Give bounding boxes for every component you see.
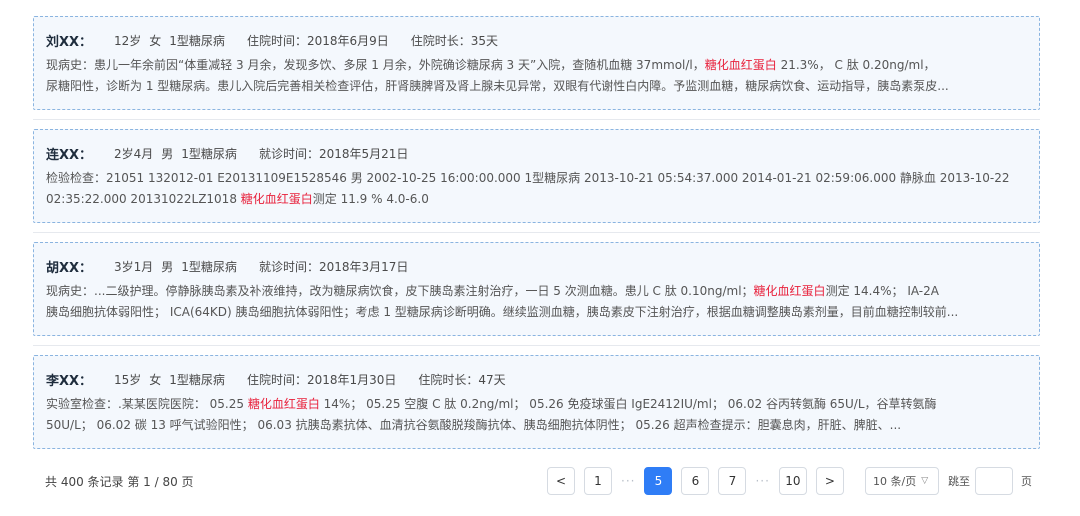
divider [33, 232, 1040, 233]
record-text-line: 现病史：...二级护理。停静脉胰岛素及补液维持，改为糖尿病饮食，皮下胰岛素注射治… [46, 281, 1027, 302]
record-header: 李XX： 15岁 女 1型糖尿病 住院时间：2018年1月30日 住院时长：47… [46, 366, 1027, 392]
record-text-line: 胰岛细胞抗体弱阳性； ICA(64KD) 胰岛细胞抗体弱阳性；考虑 1 型糖尿病… [46, 302, 1027, 323]
record-text-line: 尿糖阳性，诊断为 1 型糖尿病。患儿入院后完善相关检查评估，肝肾胰脾肾及肾上腺未… [46, 76, 1027, 97]
text-segment: 胰岛细胞抗体弱阳性； ICA(64KD) 胰岛细胞抗体弱阳性；考虑 1 型糖尿病… [46, 305, 959, 319]
text-segment: 检验检查：21051 132012-01 E20131109E1528546 男… [46, 171, 1010, 185]
patient-age: 3岁1月 [114, 259, 154, 274]
divider [33, 345, 1040, 346]
patient-diagnosis: 1型糖尿病 [169, 33, 225, 48]
visit-time: 住院时间：2018年1月30日 [246, 372, 397, 387]
ellipsis[interactable]: ··· [755, 474, 769, 488]
pager: < 1 ··· 5 6 7 ··· 10 > [547, 467, 853, 495]
text-segment: 现病史：...二级护理。停静脉胰岛素及补液维持，改为糖尿病饮食，皮下胰岛素注射治… [46, 284, 754, 298]
text-segment: 测定 11.9 % 4.0-6.0 [312, 192, 429, 206]
patient-name: 刘XX： [46, 34, 93, 50]
pagination-bar: 共 400 条记录 第 1 / 80 页 < 1 ··· 5 6 7 ··· 1… [45, 464, 1040, 500]
record-total: 共 400 条记录 第 1 / 80 页 [45, 475, 194, 489]
record-text: 实验室检查：.某某医院医院： 05.25 糖化血红蛋白 14%； 05.25 空… [46, 394, 1027, 436]
patient-diagnosis: 1型糖尿病 [169, 372, 225, 387]
text-segment: 14%； 05.25 空腹 C 肽 0.2ng/ml； 05.26 免疫球蛋白 … [319, 397, 937, 411]
record-card[interactable]: 连XX： 2岁4月 男 1型糖尿病 就诊时间：2018年5月21日 检验检查：2… [33, 129, 1040, 223]
patient-gender: 男 [161, 146, 174, 161]
highlight-keyword: 糖化血红蛋白 [753, 284, 826, 298]
page-unit-label: 页 [1021, 475, 1032, 488]
text-segment: 21.3%， C 肽 0.20ng/ml， [776, 58, 936, 72]
page-size-select[interactable]: 10 条/页 ▽ [865, 467, 939, 495]
page-button-10[interactable]: 10 [778, 467, 807, 495]
patient-diagnosis: 1型糖尿病 [181, 259, 237, 274]
page-button-5-current[interactable]: 5 [644, 467, 673, 495]
record-card[interactable]: 刘XX： 12岁 女 1型糖尿病 住院时间：2018年6月9日 住院时长：35天… [33, 16, 1040, 110]
visit-time: 就诊时间：2018年5月21日 [258, 146, 409, 161]
text-segment: 测定 14.4%； IA-2A [825, 284, 939, 298]
page-size-value: 10 条/页 [873, 475, 917, 488]
patient-name: 胡XX： [46, 260, 93, 276]
next-page-button[interactable]: > [815, 467, 844, 495]
record-header: 连XX： 2岁4月 男 1型糖尿病 就诊时间：2018年5月21日 [46, 140, 1027, 166]
text-segment: 02:35:22.000 20131022LZ1018 [46, 192, 241, 206]
chevron-down-icon: ▽ [921, 476, 929, 486]
text-segment: 尿糖阳性，诊断为 1 型糖尿病。患儿入院后完善相关检查评估，肝肾胰脾肾及肾上腺未… [46, 79, 949, 93]
record-text-line: 实验室检查：.某某医院医院： 05.25 糖化血红蛋白 14%； 05.25 空… [46, 394, 1027, 415]
text-segment: 实验室检查：.某某医院医院： 05.25 [46, 397, 248, 411]
highlight-keyword: 糖化血红蛋白 [704, 58, 777, 72]
ellipsis[interactable]: ··· [621, 474, 635, 488]
page-button-1[interactable]: 1 [584, 467, 612, 495]
record-header: 胡XX： 3岁1月 男 1型糖尿病 就诊时间：2018年3月17日 [46, 253, 1027, 279]
record-text: 现病史：患儿一年余前因“体重减轻 3 月余，发现多饮、多尿 1 月余，外院确诊糖… [46, 55, 1027, 97]
visit-time: 就诊时间：2018年3月17日 [258, 259, 409, 274]
record-list: 刘XX： 12岁 女 1型糖尿病 住院时间：2018年6月9日 住院时长：35天… [33, 16, 1040, 449]
record-card[interactable]: 李XX： 15岁 女 1型糖尿病 住院时间：2018年1月30日 住院时长：47… [33, 355, 1040, 449]
visit-time: 住院时间：2018年6月9日 [246, 33, 389, 48]
jump-page-input[interactable] [975, 467, 1013, 495]
jump-label: 跳至 [948, 475, 970, 488]
patient-age: 2岁4月 [114, 146, 154, 161]
prev-page-button[interactable]: < [547, 467, 575, 495]
text-segment: 现病史：患儿一年余前因“体重减轻 3 月余，发现多饮、多尿 1 月余，外院确诊糖… [46, 58, 705, 72]
record-text-line: 现病史：患儿一年余前因“体重减轻 3 月余，发现多饮、多尿 1 月余，外院确诊糖… [46, 55, 1027, 76]
patient-gender: 女 [149, 372, 162, 387]
page-button-6[interactable]: 6 [681, 467, 710, 495]
patient-name: 连XX： [46, 147, 93, 163]
highlight-keyword: 糖化血红蛋白 [247, 397, 320, 411]
text-segment: 50U/L； 06.02 碳 13 呼气试验阳性； 06.03 抗胰岛素抗体、血… [46, 418, 902, 432]
record-text: 现病史：...二级护理。停静脉胰岛素及补液维持，改为糖尿病饮食，皮下胰岛素注射治… [46, 281, 1027, 323]
patient-diagnosis: 1型糖尿病 [181, 146, 237, 161]
divider [33, 119, 1040, 120]
record-text-line: 02:35:22.000 20131022LZ1018 糖化血红蛋白测定 11.… [46, 189, 1027, 210]
record-header: 刘XX： 12岁 女 1型糖尿病 住院时间：2018年6月9日 住院时长：35天 [46, 27, 1027, 53]
stay-duration: 住院时长：35天 [410, 33, 499, 48]
record-text: 检验检查：21051 132012-01 E20131109E1528546 男… [46, 168, 1027, 210]
patient-gender: 男 [161, 259, 174, 274]
patient-age: 12岁 [114, 33, 142, 48]
page-button-7[interactable]: 7 [718, 467, 747, 495]
chevron-right-icon: > [824, 474, 835, 488]
record-text-line: 50U/L； 06.02 碳 13 呼气试验阳性； 06.03 抗胰岛素抗体、血… [46, 415, 1027, 436]
highlight-keyword: 糖化血红蛋白 [240, 192, 313, 206]
patient-gender: 女 [149, 33, 162, 48]
patient-name: 李XX： [46, 373, 93, 389]
patient-age: 15岁 [114, 372, 142, 387]
record-card[interactable]: 胡XX： 3岁1月 男 1型糖尿病 就诊时间：2018年3月17日 现病史：..… [33, 242, 1040, 336]
record-text-line: 检验检查：21051 132012-01 E20131109E1528546 男… [46, 168, 1027, 189]
chevron-left-icon: < [555, 474, 567, 488]
stay-duration: 住院时长：47天 [418, 372, 506, 387]
